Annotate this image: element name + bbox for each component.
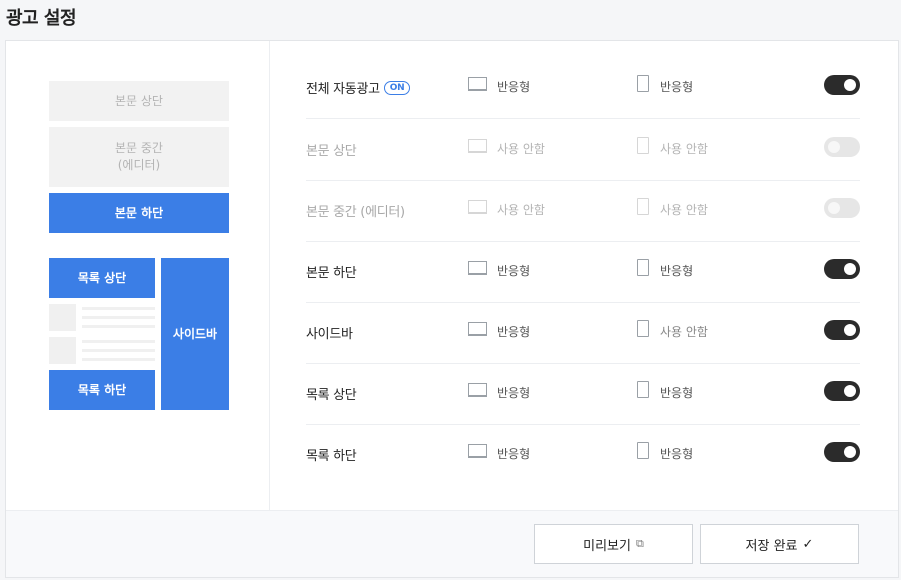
mobile-ad-type[interactable]: 사용 안함 <box>660 201 708 218</box>
row-label: 본문 하단 <box>306 262 357 281</box>
phone-icon <box>637 381 649 398</box>
monitor-icon <box>468 77 487 91</box>
row-label-text: 본문 중간 (에디터) <box>306 205 405 220</box>
preview-body-top-label: 본문 상단 <box>115 93 163 108</box>
preview-body-bottom-label: 본문 하단 <box>114 205 164 220</box>
setting-row-list-top: 목록 상단 반응형 반응형 <box>306 364 860 425</box>
pc-ad-type[interactable]: 반응형 <box>497 384 530 401</box>
monitor-icon <box>468 444 487 458</box>
preview-list-line <box>82 307 155 310</box>
ad-placement-preview: 본문 상단 본문 중간 (에디터) 본문 하단 목록 상단 목록 하단 사이드바 <box>6 41 270 510</box>
toggle-knob <box>844 79 856 91</box>
mobile-ad-type[interactable]: 반응형 <box>660 262 693 279</box>
preview-body-middle: 본문 중간 (에디터) <box>49 127 229 187</box>
setting-row-body-bottom: 본문 하단 반응형 반응형 <box>306 242 860 303</box>
preview-body-top: 본문 상단 <box>49 81 229 121</box>
preview-list-line <box>82 349 155 352</box>
pc-ad-type[interactable]: 반응형 <box>497 262 530 279</box>
pc-ad-type[interactable]: 반응형 <box>497 78 530 95</box>
mobile-ad-type[interactable]: 사용 안함 <box>660 323 708 340</box>
setting-row-body-top: 본문 상단 사용 안함 사용 안함 <box>306 120 860 181</box>
row-label: 목록 하단 <box>306 445 357 464</box>
save-button[interactable]: 저장 완료 ✓ <box>700 524 859 564</box>
setting-row-list-bottom: 목록 하단 반응형 반응형 <box>306 425 860 486</box>
pc-ad-type[interactable]: 사용 안함 <box>497 140 545 157</box>
setting-row-auto-ads: 전체 자동광고 ON 반응형 반응형 <box>306 58 860 119</box>
preview-list-top-label: 목록 상단 <box>77 270 127 285</box>
toggle-knob <box>828 141 840 153</box>
pc-ad-type[interactable]: 반응형 <box>497 323 530 340</box>
external-link-icon: ⧉ <box>635 537 644 550</box>
row-label: 본문 상단 <box>306 140 357 159</box>
check-icon: ✓ <box>802 536 814 552</box>
row-label-text: 사이드바 <box>306 327 353 342</box>
ad-settings-list: 전체 자동광고 ON 반응형 반응형 본문 상단 사용 안함 사용 안함 본문 … <box>306 41 860 510</box>
auto-ads-toggle[interactable] <box>824 75 860 95</box>
setting-row-sidebar: 사이드바 반응형 사용 안함 <box>306 303 860 364</box>
sidebar-toggle[interactable] <box>824 320 860 340</box>
toggle-knob <box>844 324 856 336</box>
save-button-label: 저장 완료 <box>745 538 798 554</box>
preview-list-line <box>82 340 155 343</box>
row-label-text: 본문 상단 <box>306 144 357 159</box>
body-top-toggle[interactable] <box>824 137 860 157</box>
preview-sidebar-label: 사이드바 <box>172 326 218 341</box>
preview-list-line <box>82 358 155 361</box>
toggle-knob <box>844 446 856 458</box>
monitor-icon <box>468 261 487 275</box>
footer-bar: 미리보기 ⧉ 저장 완료 ✓ <box>6 510 898 577</box>
list-top-toggle[interactable] <box>824 381 860 401</box>
phone-icon <box>637 137 649 154</box>
row-label-text: 목록 하단 <box>306 449 357 464</box>
row-label: 사이드바 <box>306 323 353 342</box>
mobile-ad-type[interactable]: 사용 안함 <box>660 140 708 157</box>
mobile-ad-type[interactable]: 반응형 <box>660 445 693 462</box>
row-label: 본문 중간 (에디터) <box>306 201 405 220</box>
row-label: 전체 자동광고 ON <box>306 78 411 97</box>
preview-button[interactable]: 미리보기 ⧉ <box>534 524 693 564</box>
preview-list-bottom: 목록 하단 <box>49 370 155 410</box>
preview-button-label: 미리보기 <box>583 538 631 554</box>
monitor-icon <box>468 200 487 214</box>
preview-list-thumb-2 <box>49 337 76 364</box>
toggle-knob <box>844 385 856 397</box>
toggle-knob <box>844 263 856 275</box>
phone-icon <box>637 75 649 92</box>
body-middle-toggle[interactable] <box>824 198 860 218</box>
ad-settings-panel: 본문 상단 본문 중간 (에디터) 본문 하단 목록 상단 목록 하단 사이드바 <box>5 40 899 578</box>
monitor-icon <box>468 139 487 153</box>
body-bottom-toggle[interactable] <box>824 259 860 279</box>
preview-list-line <box>82 316 155 319</box>
row-label-text: 전체 자동광고 <box>306 82 380 97</box>
row-label-text: 본문 하단 <box>306 266 357 281</box>
page-title: 광고 설정 <box>6 8 77 29</box>
preview-sidebar: 사이드바 <box>161 258 229 410</box>
monitor-icon <box>468 322 487 336</box>
list-bottom-toggle[interactable] <box>824 442 860 462</box>
phone-icon <box>637 198 649 215</box>
mobile-ad-type[interactable]: 반응형 <box>660 384 693 401</box>
monitor-icon <box>468 383 487 397</box>
phone-icon <box>637 442 649 459</box>
setting-row-body-middle: 본문 중간 (에디터) 사용 안함 사용 안함 <box>306 181 860 242</box>
row-label: 목록 상단 <box>306 384 357 403</box>
preview-list-bottom-label: 목록 하단 <box>77 382 127 397</box>
on-badge: ON <box>383 80 411 95</box>
toggle-knob <box>828 202 840 214</box>
mobile-ad-type[interactable]: 반응형 <box>660 78 693 95</box>
preview-list-thumb-1 <box>49 304 76 331</box>
preview-body-middle-label: 본문 중간 <box>115 141 163 155</box>
preview-body-middle-sublabel: (에디터) <box>117 158 161 172</box>
phone-icon <box>637 259 649 276</box>
preview-list-top: 목록 상단 <box>49 258 155 298</box>
pc-ad-type[interactable]: 사용 안함 <box>497 201 545 218</box>
pc-ad-type[interactable]: 반응형 <box>497 445 530 462</box>
preview-list-line <box>82 325 155 328</box>
preview-body-bottom: 본문 하단 <box>49 193 229 233</box>
row-label-text: 목록 상단 <box>306 388 357 403</box>
phone-icon <box>637 320 649 337</box>
